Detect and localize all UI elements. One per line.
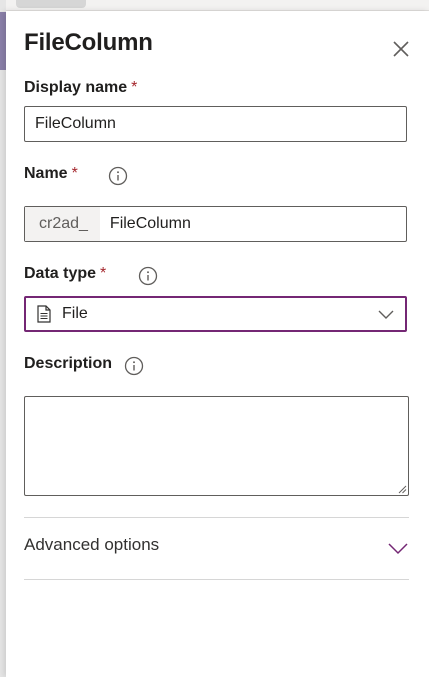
advanced-options-toggle[interactable]: Advanced options xyxy=(24,517,409,579)
resize-grip-icon[interactable] xyxy=(397,484,407,494)
name-input[interactable]: cr2ad_ FileColumn xyxy=(24,206,407,242)
data-type-select[interactable]: File xyxy=(24,296,407,332)
data-type-label: Data type * xyxy=(24,265,106,283)
info-icon[interactable] xyxy=(108,166,128,186)
file-icon xyxy=(37,305,51,323)
name-prefix: cr2ad_ xyxy=(25,207,100,241)
description-label: Description xyxy=(24,355,112,373)
description-textarea[interactable] xyxy=(24,396,409,496)
name-label: Name * xyxy=(24,165,78,183)
close-button[interactable] xyxy=(390,38,412,60)
name-value: FileColumn xyxy=(109,215,191,232)
display-name-input[interactable]: FileColumn xyxy=(24,106,407,142)
required-marker: * xyxy=(71,165,78,182)
close-icon xyxy=(393,41,409,57)
required-marker: * xyxy=(131,79,138,96)
chevron-down-icon xyxy=(388,543,408,555)
divider xyxy=(24,579,409,580)
background-topbar xyxy=(6,0,429,11)
info-icon[interactable] xyxy=(138,266,158,286)
name-label-text: Name xyxy=(24,165,68,182)
description-label-text: Description xyxy=(24,355,113,372)
display-name-value: FileColumn xyxy=(35,115,116,132)
required-marker: * xyxy=(100,265,107,282)
display-name-label-text: Display name xyxy=(24,79,128,96)
panel-title: FileColumn xyxy=(24,29,153,56)
display-name-label: Display name * xyxy=(24,79,137,97)
background-tab xyxy=(16,0,86,8)
advanced-options-label: Advanced options xyxy=(24,535,160,554)
chevron-down-icon xyxy=(378,310,394,319)
column-properties-panel: FileColumn Display name * FileColumn Name… xyxy=(6,11,429,677)
data-type-value: File xyxy=(62,305,88,322)
data-type-label-text: Data type xyxy=(24,265,97,282)
info-icon[interactable] xyxy=(124,356,144,376)
